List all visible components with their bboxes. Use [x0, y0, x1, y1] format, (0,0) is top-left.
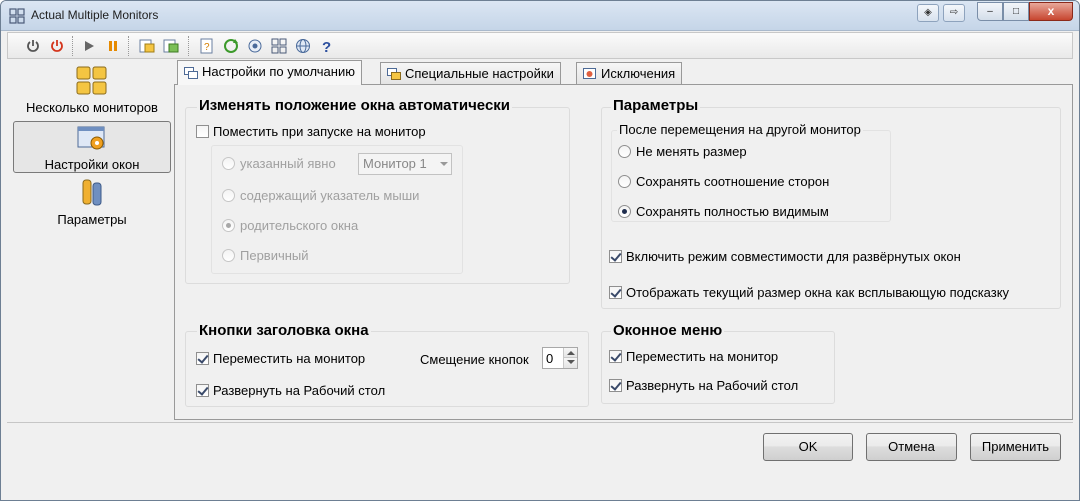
- button-offset-label: Смещение кнопок: [420, 352, 529, 367]
- window-title: Actual Multiple Monitors: [31, 8, 159, 22]
- auto-position-title: Изменять положение окна автоматически: [197, 97, 513, 114]
- checkbox-box[interactable]: [609, 286, 622, 299]
- radio-keep-fully-visible[interactable]: Сохранять полностью видимым: [618, 204, 829, 219]
- import-icon[interactable]: [160, 35, 182, 57]
- stepper-up-icon[interactable]: [563, 348, 577, 358]
- apply-button[interactable]: Применить: [970, 433, 1061, 461]
- power-off-icon[interactable]: [46, 35, 68, 57]
- checkbox-box[interactable]: [196, 352, 209, 365]
- tab-special-settings[interactable]: Специальные настройки: [380, 62, 561, 84]
- windows-special-icon: [387, 68, 401, 80]
- sidebar-item-window-settings[interactable]: Настройки окон: [13, 121, 171, 173]
- cancel-button[interactable]: Отмена: [866, 433, 957, 461]
- radio-explicit-monitor[interactable]: указанный явно: [222, 156, 336, 171]
- button-offset-stepper[interactable]: 0: [542, 347, 578, 369]
- tab-panel-default-settings: Изменять положение окна автоматически По…: [174, 84, 1073, 420]
- parameters-title: Параметры: [611, 97, 701, 114]
- title-bar[interactable]: Actual Multiple Monitors ◈ ⇨ – □ x: [1, 1, 1079, 31]
- sidebar-item-multiple-monitors[interactable]: Несколько мониторов: [13, 65, 171, 117]
- ok-button[interactable]: OK: [763, 433, 853, 461]
- checkbox-box[interactable]: [196, 384, 209, 397]
- play-icon[interactable]: [78, 35, 100, 57]
- sidebar-item-label: Параметры: [57, 212, 127, 227]
- window-settings-icon: [77, 126, 105, 150]
- sidebar-item-parameters[interactable]: Параметры: [13, 177, 171, 227]
- svg-text:?: ?: [204, 42, 210, 53]
- minimize-button[interactable]: –: [977, 2, 1003, 21]
- radio-parent-window[interactable]: родительского окна: [222, 218, 358, 233]
- toolbar: ? ?: [7, 32, 1073, 59]
- place-on-start-checkbox[interactable]: Поместить при запуске на монитор: [196, 124, 426, 139]
- update-icon[interactable]: [220, 35, 242, 57]
- title-buttons-title: Кнопки заголовка окна: [197, 322, 371, 339]
- close-button[interactable]: x: [1029, 2, 1073, 21]
- window-menu-group: [601, 331, 835, 404]
- separator: [7, 422, 1073, 423]
- sidebar-item-label: Настройки окон: [44, 157, 140, 172]
- app-icon: [9, 8, 25, 24]
- help-file-icon[interactable]: ?: [196, 35, 218, 57]
- exclusions-icon: [583, 68, 596, 79]
- sidebar-item-label: Несколько мониторов: [26, 100, 158, 115]
- menu-move-to-monitor-checkbox[interactable]: Переместить на монитор: [609, 349, 778, 364]
- title-maximize-desktop-checkbox[interactable]: Развернуть на Рабочий стол: [196, 383, 385, 398]
- tab-default-settings[interactable]: Настройки по умолчанию: [177, 60, 362, 85]
- support-icon[interactable]: [244, 35, 266, 57]
- about-icon[interactable]: [268, 35, 290, 57]
- stepper-down-icon[interactable]: [563, 358, 577, 368]
- window-menu-title: Оконное меню: [611, 322, 725, 339]
- tab-exclusions[interactable]: Исключения: [576, 62, 683, 84]
- checkbox-box[interactable]: [196, 125, 209, 138]
- maximize-button[interactable]: □: [1003, 2, 1029, 21]
- title-move-to-monitor-checkbox[interactable]: Переместить на монитор: [196, 351, 365, 366]
- sidebar: Несколько мониторов Настройки окон Парам…: [7, 61, 173, 418]
- web-icon[interactable]: [292, 35, 314, 57]
- radio-mouse-pointer[interactable]: содержащий указатель мыши: [222, 188, 419, 203]
- pause-icon[interactable]: [102, 35, 124, 57]
- checkbox-box[interactable]: [609, 379, 622, 392]
- svg-text:?: ?: [322, 39, 331, 55]
- windows-icon: [184, 67, 198, 79]
- export-icon[interactable]: [136, 35, 158, 57]
- show-size-tooltip-checkbox[interactable]: Отображать текущий размер окна как всплы…: [609, 285, 1009, 300]
- tools-icon: [82, 179, 102, 206]
- compat-mode-checkbox[interactable]: Включить режим совместимости для развёрн…: [609, 249, 961, 264]
- app-window: Actual Multiple Monitors ◈ ⇨ – □ x ? ? Н…: [0, 0, 1080, 501]
- monitor-select[interactable]: Монитор 1: [358, 153, 452, 175]
- after-move-title: После перемещения на другой монитор: [617, 122, 863, 137]
- radio-no-resize[interactable]: Не менять размер: [618, 144, 747, 159]
- move-to-monitor-icon[interactable]: ⇨: [943, 4, 965, 22]
- radio-keep-aspect-ratio[interactable]: Сохранять соотношение сторон: [618, 174, 829, 189]
- checkbox-box[interactable]: [609, 350, 622, 363]
- radio-primary[interactable]: Первичный: [222, 248, 309, 263]
- menu-maximize-desktop-checkbox[interactable]: Развернуть на Рабочий стол: [609, 378, 798, 393]
- power-icon[interactable]: [22, 35, 44, 57]
- question-icon[interactable]: ?: [316, 35, 338, 57]
- pin-window-icon[interactable]: ◈: [917, 4, 939, 22]
- chevron-down-icon: [440, 162, 448, 166]
- monitors-grid-icon: [76, 66, 107, 95]
- checkbox-box[interactable]: [609, 250, 622, 263]
